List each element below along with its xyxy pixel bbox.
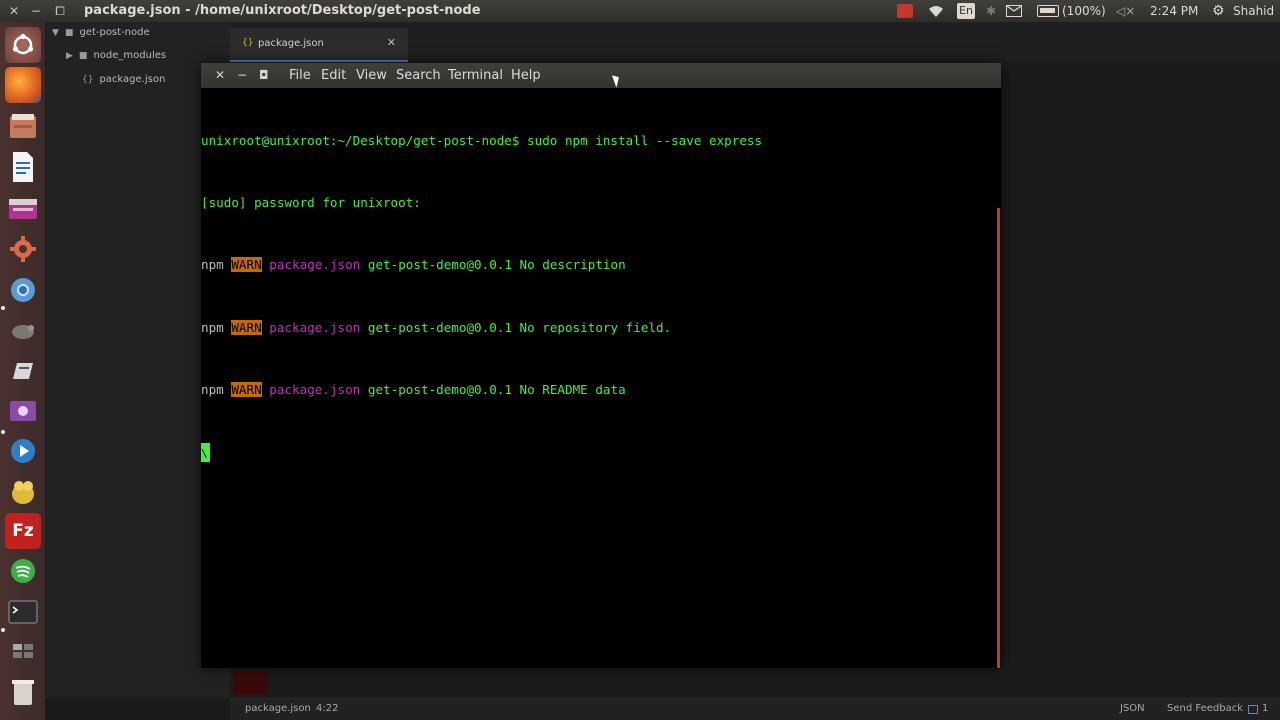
npm-warn-line: npm WARN package.json get-post-demo@0.0.… <box>201 382 626 398</box>
filezilla-icon[interactable]: Fz <box>5 513 41 549</box>
bluetooth-icon[interactable]: ✱ <box>986 0 996 22</box>
libreoffice-writer-icon[interactable] <box>5 149 41 185</box>
clock[interactable]: 2:24 PM <box>1150 0 1198 22</box>
menu-help[interactable]: Help <box>511 63 541 88</box>
tree-file[interactable]: {} package.json <box>82 69 165 91</box>
mail-icon[interactable] <box>1006 5 1022 17</box>
tab-bar: {} package.json ✕ <box>230 22 1280 62</box>
warn-badge: WARN <box>231 319 262 335</box>
tab-label: package.json <box>258 38 324 49</box>
files-icon[interactable] <box>5 108 41 144</box>
terminal-prompt-line: unixroot@unixroot:~/Desktop/get-post-nod… <box>201 132 763 148</box>
text-editor-icon[interactable] <box>5 353 41 389</box>
send-feedback-link[interactable]: Send Feedback <box>1167 703 1243 714</box>
launcher: Fz <box>0 22 46 720</box>
menu-edit[interactable]: Edit <box>321 63 346 88</box>
window-minimize-button[interactable]: − <box>26 0 46 22</box>
warn-badge: WARN <box>231 257 262 273</box>
tree-folder[interactable]: ▶ ■ node_modules <box>66 45 166 67</box>
tree-folder-label: node_modules <box>93 50 167 61</box>
trash-icon[interactable] <box>5 674 41 710</box>
chevron-down-icon: ▼ <box>52 28 59 38</box>
terminal-minimize-button[interactable]: − <box>237 63 247 88</box>
top-panel: ✕ − ⧠ package.json - /home/unixroot/Desk… <box>0 0 1280 22</box>
screen-recorder-icon[interactable] <box>5 393 41 429</box>
terminal-menubar: ✕ − ◘ File Edit View Search Terminal Hel… <box>201 63 1001 88</box>
window-title: package.json - /home/unixroot/Desktop/ge… <box>84 3 481 18</box>
chevron-right-icon: ▶ <box>66 51 73 61</box>
sudo-password-line: [sudo] password for unixroot: <box>201 194 421 210</box>
json-file-icon: {} <box>242 38 254 48</box>
status-file[interactable]: package.json <box>245 703 311 714</box>
battery-icon[interactable] <box>1037 5 1059 17</box>
status-count[interactable]: 1 <box>1262 703 1268 714</box>
terminal-icon[interactable] <box>5 594 41 630</box>
window-close-button[interactable]: ✕ <box>4 0 24 22</box>
terminal-cursor: \ <box>201 442 210 462</box>
tree-root[interactable]: ▼ ■ get-post-node <box>52 22 150 44</box>
status-bar: package.json 4:22 JSON Send Feedback 1 <box>230 698 1280 720</box>
menu-view[interactable]: View <box>356 63 387 88</box>
gear-icon[interactable]: ⚙ <box>1212 0 1225 22</box>
menu-terminal[interactable]: Terminal <box>448 63 503 88</box>
npm-warn-line: npm WARN package.json get-post-demo@0.0.… <box>201 257 626 273</box>
tab-package-json[interactable]: {} package.json ✕ <box>230 28 408 62</box>
wifi-icon[interactable] <box>928 4 944 18</box>
pidgin-icon[interactable] <box>5 473 41 509</box>
tree-root-label: get-post-node <box>79 27 150 38</box>
workspace-switcher-icon[interactable] <box>5 633 41 669</box>
window-restore-button[interactable]: ⧠ <box>50 0 70 22</box>
tree-file-label: package.json <box>99 74 166 85</box>
user-name[interactable]: Shahid <box>1233 0 1274 22</box>
running-indicator <box>1 306 5 310</box>
running-indicator <box>1 628 5 632</box>
editor-highlight <box>234 671 268 695</box>
volume-icon[interactable]: ◁× <box>1116 0 1135 22</box>
chromium-icon[interactable] <box>5 272 41 308</box>
folder-icon: ■ <box>78 51 88 61</box>
keyboard-layout-indicator[interactable]: En <box>957 3 975 19</box>
tab-close-icon[interactable]: ✕ <box>387 36 396 49</box>
mouse-app-icon[interactable] <box>5 313 41 349</box>
json-file-icon: {} <box>82 75 94 85</box>
media-player-icon[interactable] <box>5 433 41 469</box>
folder-icon: ■ <box>64 28 74 38</box>
status-cursor-position[interactable]: 4:22 <box>316 703 338 714</box>
software-center-icon[interactable] <box>5 190 41 226</box>
status-grammar[interactable]: JSON <box>1120 703 1145 714</box>
npm-warn-line: npm WARN package.json get-post-demo@0.0.… <box>201 319 672 335</box>
terminal-close-button[interactable]: ✕ <box>215 63 225 88</box>
spotify-icon[interactable] <box>5 553 41 589</box>
terminal-maximize-button[interactable]: ◘ <box>259 63 269 88</box>
battery-percent[interactable]: (100%) <box>1062 0 1106 22</box>
menu-file[interactable]: File <box>289 63 311 88</box>
running-indicator <box>1 430 5 434</box>
updates-icon[interactable] <box>1248 705 1258 714</box>
ubuntu-dash-icon[interactable] <box>5 27 41 63</box>
warn-badge: WARN <box>231 382 262 398</box>
settings-icon[interactable] <box>5 231 41 267</box>
recording-icon[interactable] <box>897 4 913 18</box>
terminal-scrollbar[interactable] <box>997 208 1000 668</box>
menu-search[interactable]: Search <box>396 63 441 88</box>
terminal-output[interactable]: unixroot@unixroot:~/Desktop/get-post-nod… <box>201 88 1001 668</box>
terminal-window: ✕ − ◘ File Edit View Search Terminal Hel… <box>201 63 1001 668</box>
firefox-icon[interactable] <box>5 67 41 103</box>
